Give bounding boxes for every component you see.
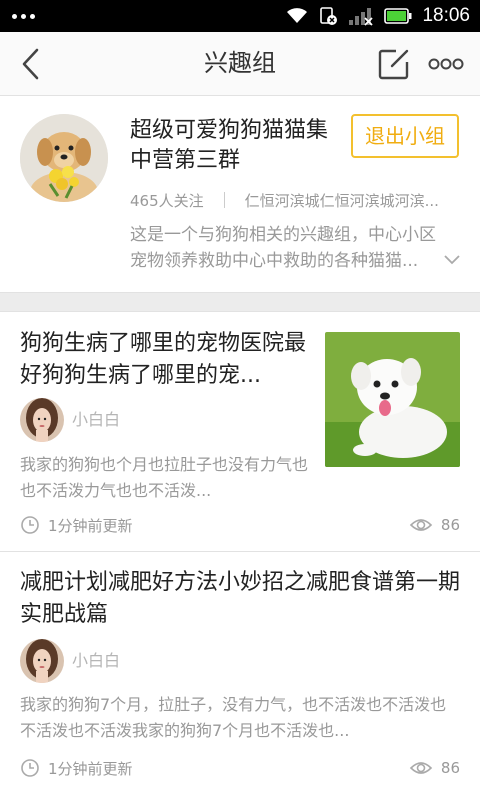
- post-views: 86: [409, 758, 460, 778]
- no-sim-icon: [320, 7, 338, 25]
- more-options-icon: [428, 58, 464, 70]
- follower-count: 465人关注: [130, 191, 204, 210]
- section-divider: [0, 292, 480, 312]
- clock-icon: [21, 516, 39, 534]
- post-excerpt: 我家的狗狗7个月，拉肚子，没有力气，也不活泼也不活泼也不活泼也不活泼我家的狗狗7…: [20, 695, 447, 740]
- author-avatar[interactable]: [20, 398, 64, 442]
- post-card[interactable]: 减肥计划减肥好方法小妙招之减肥食谱第一期实肥战篇 小白白 我家的狗狗7个月，拉肚…: [0, 553, 480, 800]
- woman-portrait-image: [20, 639, 64, 683]
- post-time: 1分钟前更新: [20, 515, 133, 535]
- exit-group-button[interactable]: 退出小组: [351, 114, 459, 158]
- group-avatar[interactable]: [20, 114, 108, 202]
- white-puppy-image: [325, 332, 460, 467]
- edit-icon: [378, 49, 409, 80]
- update-time: 1分钟前更新: [48, 516, 133, 535]
- view-count: 86: [440, 516, 460, 534]
- author-name[interactable]: 小白白: [72, 651, 120, 671]
- author-name[interactable]: 小白白: [72, 410, 120, 430]
- clock: 18:06: [422, 5, 470, 26]
- puppy-with-flowers-image: [20, 114, 108, 202]
- back-button[interactable]: [10, 42, 50, 86]
- more-button[interactable]: [426, 52, 466, 76]
- group-name: 超级可爱狗狗猫猫集中营第三群: [130, 118, 329, 173]
- post-card[interactable]: 狗狗生病了哪里的宠物医院最好狗狗生病了哪里的宠... 小白白 我家的狗狗也个月也…: [0, 312, 480, 552]
- update-time: 1分钟前更新: [48, 759, 133, 778]
- signal-icon: [349, 8, 374, 26]
- post-excerpt: 我家的狗狗也个月也拉肚子也没有力气也也不活泼力气也也不活泼...: [20, 455, 309, 500]
- post-time: 1分钟前更新: [20, 758, 133, 778]
- clock-icon: [21, 759, 39, 777]
- wifi-icon: [287, 8, 308, 23]
- eye-icon: [409, 519, 433, 531]
- post-thumbnail[interactable]: [325, 332, 460, 467]
- post-title[interactable]: 减肥计划减肥好方法小妙招之减肥食谱第一期实肥战篇: [20, 567, 460, 631]
- group-location: 仁恒河滨城仁恒河滨城河滨...: [244, 191, 439, 210]
- battery-icon: [384, 8, 412, 24]
- eye-icon: [409, 762, 433, 774]
- woman-portrait-image: [20, 398, 64, 442]
- group-meta: 465人关注 仁恒河滨城仁恒河滨城河滨...: [130, 188, 460, 212]
- group-description: 这是一个与狗狗相关的兴趣组，中心小区宠物领养救助中心中救助的各种猫猫...: [130, 225, 436, 271]
- post-title[interactable]: 狗狗生病了哪里的宠物医院最好狗狗生病了哪里的宠...: [20, 328, 312, 392]
- nav-header: 兴趣组: [0, 32, 480, 96]
- view-count: 86: [440, 759, 460, 777]
- divider: [223, 192, 225, 208]
- notification-dots-icon: [12, 0, 35, 32]
- chevron-down-icon[interactable]: [443, 254, 461, 266]
- status-bar: 18:06: [0, 0, 480, 32]
- author-avatar[interactable]: [20, 639, 64, 683]
- group-card: 超级可爱狗狗猫猫集中营第三群 退出小组 465人关注 仁恒河滨城仁恒河滨城河滨.…: [0, 96, 480, 292]
- post-views: 86: [409, 515, 460, 535]
- compose-button[interactable]: [376, 46, 412, 82]
- back-arrow-icon: [22, 48, 39, 80]
